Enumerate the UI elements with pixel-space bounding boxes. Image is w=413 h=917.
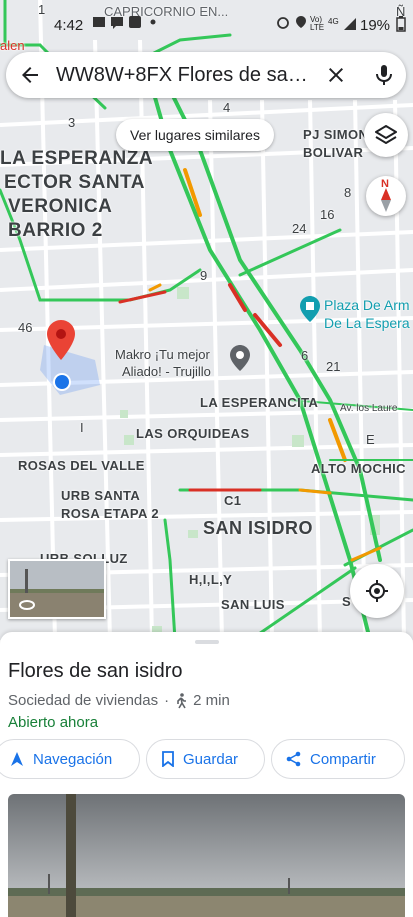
map-label-letter: I <box>80 420 84 435</box>
map-label-number: 21 <box>326 359 341 374</box>
map-label-neighborhood: LA ESPERANZA <box>0 148 154 169</box>
crosshair-icon <box>366 580 388 602</box>
map-label-neighborhood: LAS ORQUIDEAS <box>136 426 250 441</box>
search-bar[interactable]: WW8W+8FX Flores de san isidro <box>6 52 406 98</box>
map-label-neighborhood: BARRIO 2 <box>8 220 103 241</box>
layers-icon <box>375 125 397 144</box>
share-button-label: Compartir <box>310 750 376 768</box>
map-label-district: SAN ISIDRO <box>203 518 314 538</box>
map-label-street: Av. los Laure <box>340 403 398 414</box>
place-sheet[interactable]: Flores de san isidro Sociedad de viviend… <box>0 632 413 917</box>
store-marker-icon[interactable] <box>230 345 250 371</box>
place-title: Flores de san isidro <box>8 660 183 682</box>
map-label-poi: Plaza De Arm <box>324 297 410 313</box>
plaza-marker-icon[interactable] <box>300 296 320 322</box>
alarm-icon <box>277 17 289 29</box>
status-bar: 4:42 Vo) LTE 4G 19% <box>0 0 413 46</box>
map-label-number: 4 <box>223 100 231 115</box>
walking-icon <box>177 692 187 708</box>
similar-places-chip[interactable]: Ver lugares similares <box>116 119 274 151</box>
map-label-neighborhood: VERONICA <box>8 196 113 217</box>
map-label-number: 46 <box>18 320 33 335</box>
dot-icon <box>150 19 156 25</box>
share-button[interactable]: Compartir <box>271 739 405 779</box>
microphone-icon[interactable] <box>372 63 396 87</box>
navigation-button-label: Navegación <box>33 750 113 768</box>
map-label-route: C1 <box>224 493 242 508</box>
facebook-notification-icon <box>129 16 141 28</box>
map-label-neighborhood: ROSAS DEL VALLE <box>18 458 145 473</box>
map-label-neighborhood: SAN LUIS <box>221 597 285 612</box>
compass-button[interactable]: N <box>366 176 406 216</box>
message-notification-icon <box>111 17 123 29</box>
selected-place-pin-icon[interactable] <box>47 320 75 360</box>
place-photo-image <box>8 794 405 917</box>
notification-icons <box>92 15 160 29</box>
map-label-neighborhood: H,I,L,Y <box>189 572 233 587</box>
360-icon <box>19 600 35 610</box>
back-arrow-icon[interactable] <box>18 63 42 87</box>
navigation-arrow-icon <box>11 752 23 766</box>
map-label-neighborhood: ALTO MOCHIC <box>311 461 406 476</box>
network-4g: 4G <box>328 17 339 26</box>
battery-percent: 19% <box>360 17 391 34</box>
share-icon <box>286 751 301 767</box>
save-button[interactable]: Guardar <box>146 739 265 779</box>
map-label-letter: E <box>366 432 375 447</box>
map-label-poi: De La Espera <box>324 315 410 331</box>
system-icons <box>276 15 308 29</box>
image-notification-icon <box>93 17 105 27</box>
meta-separator: · <box>164 692 170 709</box>
open-status: Abierto ahora <box>8 714 99 731</box>
search-query[interactable]: WW8W+8FX Flores de san isidro <box>56 64 316 87</box>
network-labels: Vo) LTE <box>310 16 324 32</box>
map-label-neighborhood: ROSA ETAPA 2 <box>61 506 159 521</box>
place-category: Sociedad de viviendas <box>8 692 159 709</box>
map-label-street: BOLIVAR <box>303 145 364 160</box>
navigation-button[interactable]: Navegación <box>0 739 140 779</box>
map-label-number: 6 <box>301 348 309 363</box>
map-label-poi: Makro ¡Tu mejor <box>115 347 210 362</box>
place-meta: Sociedad de viviendas · 2 min <box>8 692 230 709</box>
close-icon[interactable] <box>324 63 348 87</box>
status-time: 4:42 <box>54 17 84 34</box>
map-label-number: 8 <box>344 185 352 200</box>
save-button-label: Guardar <box>183 750 239 768</box>
map-label-neighborhood: ECTOR SANTA <box>4 172 145 193</box>
map-label-street: PJ SIMON <box>303 127 369 142</box>
map-label-neighborhood: URB SANTA <box>61 488 141 503</box>
map-label-neighborhood: LA ESPERANCITA <box>200 395 319 410</box>
sheet-drag-handle[interactable] <box>195 640 219 644</box>
walk-time: 2 min <box>193 692 230 709</box>
network-lte: LTE <box>310 23 325 32</box>
map-label-number: 16 <box>320 207 335 222</box>
layers-button[interactable] <box>364 113 408 157</box>
map-label-number: 24 <box>292 221 307 236</box>
compass-icon <box>381 188 391 212</box>
map-label-poi: Aliado! - Trujillo <box>122 364 211 379</box>
my-location-button[interactable] <box>350 564 404 618</box>
place-photo[interactable] <box>8 794 405 917</box>
signal-icon <box>344 18 356 30</box>
bookmark-icon <box>162 751 174 767</box>
map-label-number: 3 <box>68 115 76 130</box>
battery-icon <box>396 16 406 32</box>
street-view-thumbnail[interactable] <box>8 559 106 619</box>
location-icon <box>296 16 306 28</box>
map-label-number: 9 <box>200 268 208 283</box>
